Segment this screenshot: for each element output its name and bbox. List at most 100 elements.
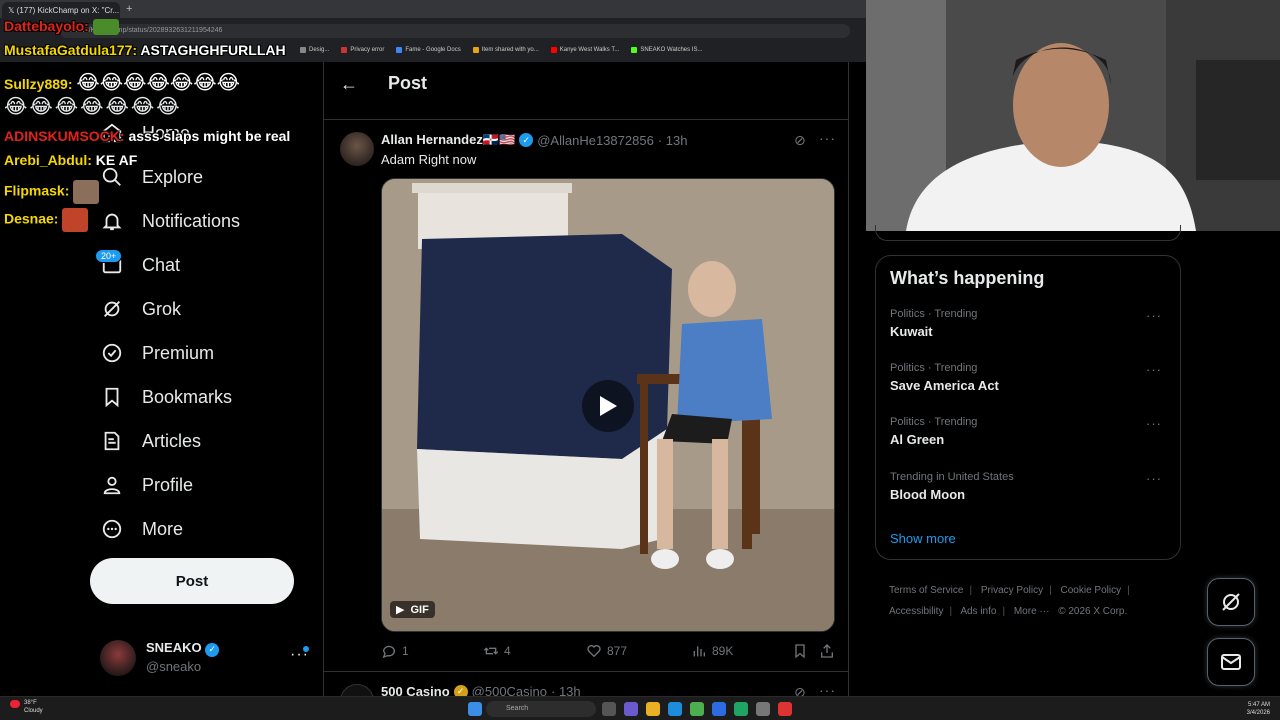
tab-strip: 𝕏 (177) KickChamp on X: "Cr... ✕ + (0, 0, 866, 18)
file-explorer-icon[interactable] (646, 702, 660, 716)
bookmark-button[interactable] (792, 643, 808, 659)
app-icon[interactable] (756, 702, 770, 716)
show-more-link[interactable]: Show more (890, 531, 956, 546)
page-title: Post (388, 73, 428, 93)
app-icon[interactable] (734, 702, 748, 716)
more-icon[interactable]: ··· (1146, 471, 1162, 486)
edge-icon[interactable] (668, 702, 682, 716)
nav-articles[interactable]: Articles (100, 421, 201, 461)
nav-notifications[interactable]: Notifications (100, 201, 240, 241)
play-button[interactable] (582, 380, 634, 432)
more-icon[interactable]: ··· (1146, 362, 1162, 377)
back-arrow-icon[interactable]: ← (340, 74, 358, 95)
bookmark-item[interactable]: Privacy error (341, 44, 384, 56)
bookmark-item[interactable]: Desig... (300, 44, 329, 56)
chat-message: MustafaGatdula177: ASTAGHGHFURLLAH (4, 42, 286, 58)
copyright: © 2026 X Corp. (1058, 606, 1128, 617)
tweet-actions: 1 4 877 89K (381, 643, 836, 663)
separator: | (969, 585, 973, 596)
chat-message: Desnae: (4, 208, 89, 232)
nav-grok[interactable]: Grok (100, 289, 181, 329)
footer-link[interactable]: Privacy Policy (981, 585, 1043, 596)
browser-tab[interactable]: 𝕏 (177) KickChamp on X: "Cr... ✕ (2, 2, 120, 18)
whats-happening-panel: What’s happening Politics · Trending Kuw… (875, 255, 1181, 560)
app-icon[interactable] (624, 702, 638, 716)
views-button[interactable]: 89K (691, 643, 733, 659)
tweet-time[interactable]: · 13h (551, 684, 581, 696)
bookmark-icon (300, 47, 306, 53)
nav-label: Chat (142, 254, 181, 275)
repost-button[interactable]: 4 (483, 643, 511, 659)
trend-item[interactable]: Trending in United States Blood Moon ··· (890, 471, 1170, 511)
nav-more[interactable]: More (100, 509, 183, 549)
tab-x-icon: 𝕏 (8, 6, 17, 15)
nav-premium[interactable]: Premium (100, 333, 214, 373)
bookmark-item[interactable]: Fame - Google Docs (396, 44, 461, 56)
account-switcher[interactable]: SNEAKO ✓ @sneako ··· (100, 638, 310, 678)
new-tab-button[interactable]: + (126, 3, 132, 15)
verified-gold-icon: ✓ (453, 684, 468, 696)
footer-link[interactable]: Terms of Service (889, 585, 963, 596)
bookmark-item[interactable]: Item shared with yo... (472, 44, 539, 56)
chat-message: Flipmask: (4, 180, 100, 204)
like-button[interactable]: 877 (586, 643, 627, 659)
nav-profile[interactable]: Profile (100, 465, 193, 505)
chat-message: Arebi_Abdul: KE AF (4, 152, 138, 168)
emote-icon (92, 19, 119, 36)
more-icon[interactable]: ··· (1146, 416, 1162, 431)
reply-button[interactable]: 1 (381, 643, 409, 659)
tweet-author-handle[interactable]: @500Casino (472, 684, 547, 696)
tweet-text: Adam Right now (381, 152, 477, 167)
gif-badge[interactable]: ▶ GIF (390, 601, 435, 618)
emote-icon (73, 180, 100, 204)
footer-link[interactable]: More ··· (1014, 606, 1050, 617)
tweet[interactable]: 500 500 Casino ✓ @500Casino · 13h ⊘ ··· (324, 674, 848, 696)
account-handle: @sneako (146, 659, 202, 674)
bookmark-icon (472, 47, 479, 53)
trend-item[interactable]: Politics · Trending Save America Act ··· (890, 362, 1170, 402)
tweet-author-handle[interactable]: @AllanHe13872856 (537, 133, 654, 148)
bookmark-item[interactable]: Kanye West Walks T... (550, 44, 619, 56)
avatar[interactable] (340, 132, 374, 166)
app-icon[interactable] (712, 702, 726, 716)
system-clock[interactable]: 5:47 AM 3/4/2026 (1238, 701, 1270, 717)
avatar[interactable]: 500 (340, 684, 374, 696)
trend-item[interactable]: Politics · Trending Kuwait ··· (890, 308, 1170, 348)
grok-fab-button[interactable] (1207, 578, 1255, 626)
nav-label: Profile (142, 474, 194, 495)
tweet-author-name[interactable]: Allan Hernandez🇩🇴🇺🇸 (381, 132, 515, 148)
more-icon[interactable]: ··· (819, 130, 836, 146)
tweet[interactable]: Allan Hernandez🇩🇴🇺🇸 ✓ @AllanHe13872856 ·… (324, 122, 848, 672)
app-icon[interactable] (778, 702, 792, 716)
footer-link[interactable]: Ads info (960, 606, 996, 617)
chat-badge: 20+ (95, 249, 123, 263)
footer-link[interactable]: Accessibility (889, 606, 943, 617)
more-circle-icon (100, 517, 124, 541)
post-button[interactable]: Post (90, 558, 294, 604)
nav-bookmarks[interactable]: Bookmarks (100, 377, 232, 417)
chat-message: ADINSKUMSOCK: asss slaps might be real (4, 128, 291, 144)
reply-icon (382, 645, 395, 659)
tweet-media-gif[interactable]: ▶ GIF (381, 178, 835, 632)
messages-fab-button[interactable] (1207, 638, 1255, 686)
kick-icon (631, 47, 638, 53)
more-icon[interactable]: ··· (1146, 308, 1162, 323)
windows-start-icon[interactable] (468, 702, 482, 716)
more-icon[interactable]: ··· (819, 682, 836, 696)
tab-close-icon[interactable]: ✕ (119, 6, 120, 15)
tweet-time[interactable]: · 13h (658, 133, 688, 148)
grok-icon[interactable]: ⊘ (794, 132, 806, 149)
task-view-icon[interactable] (602, 702, 616, 716)
share-button[interactable] (819, 643, 835, 659)
footer-link[interactable]: Cookie Policy (1061, 585, 1122, 596)
taskbar-search[interactable]: Search (486, 701, 596, 717)
bookmark-item[interactable]: SNEAKO Watches IS... (631, 44, 702, 56)
address-bar[interactable]: x.com/KickChamp/status/20289326312119542… (60, 24, 850, 38)
views-icon (693, 646, 705, 657)
trend-item[interactable]: Politics · Trending Al Green ··· (890, 416, 1170, 456)
tweet-author-name[interactable]: 500 Casino (381, 684, 450, 696)
chat-message: Sullzy889: 😂😂😂😂😂😂😂 (4, 72, 240, 94)
chrome-icon[interactable] (690, 702, 704, 716)
grok-icon[interactable]: ⊘ (794, 684, 806, 696)
weather-widget[interactable]: 38°F Cloudy (24, 699, 84, 715)
